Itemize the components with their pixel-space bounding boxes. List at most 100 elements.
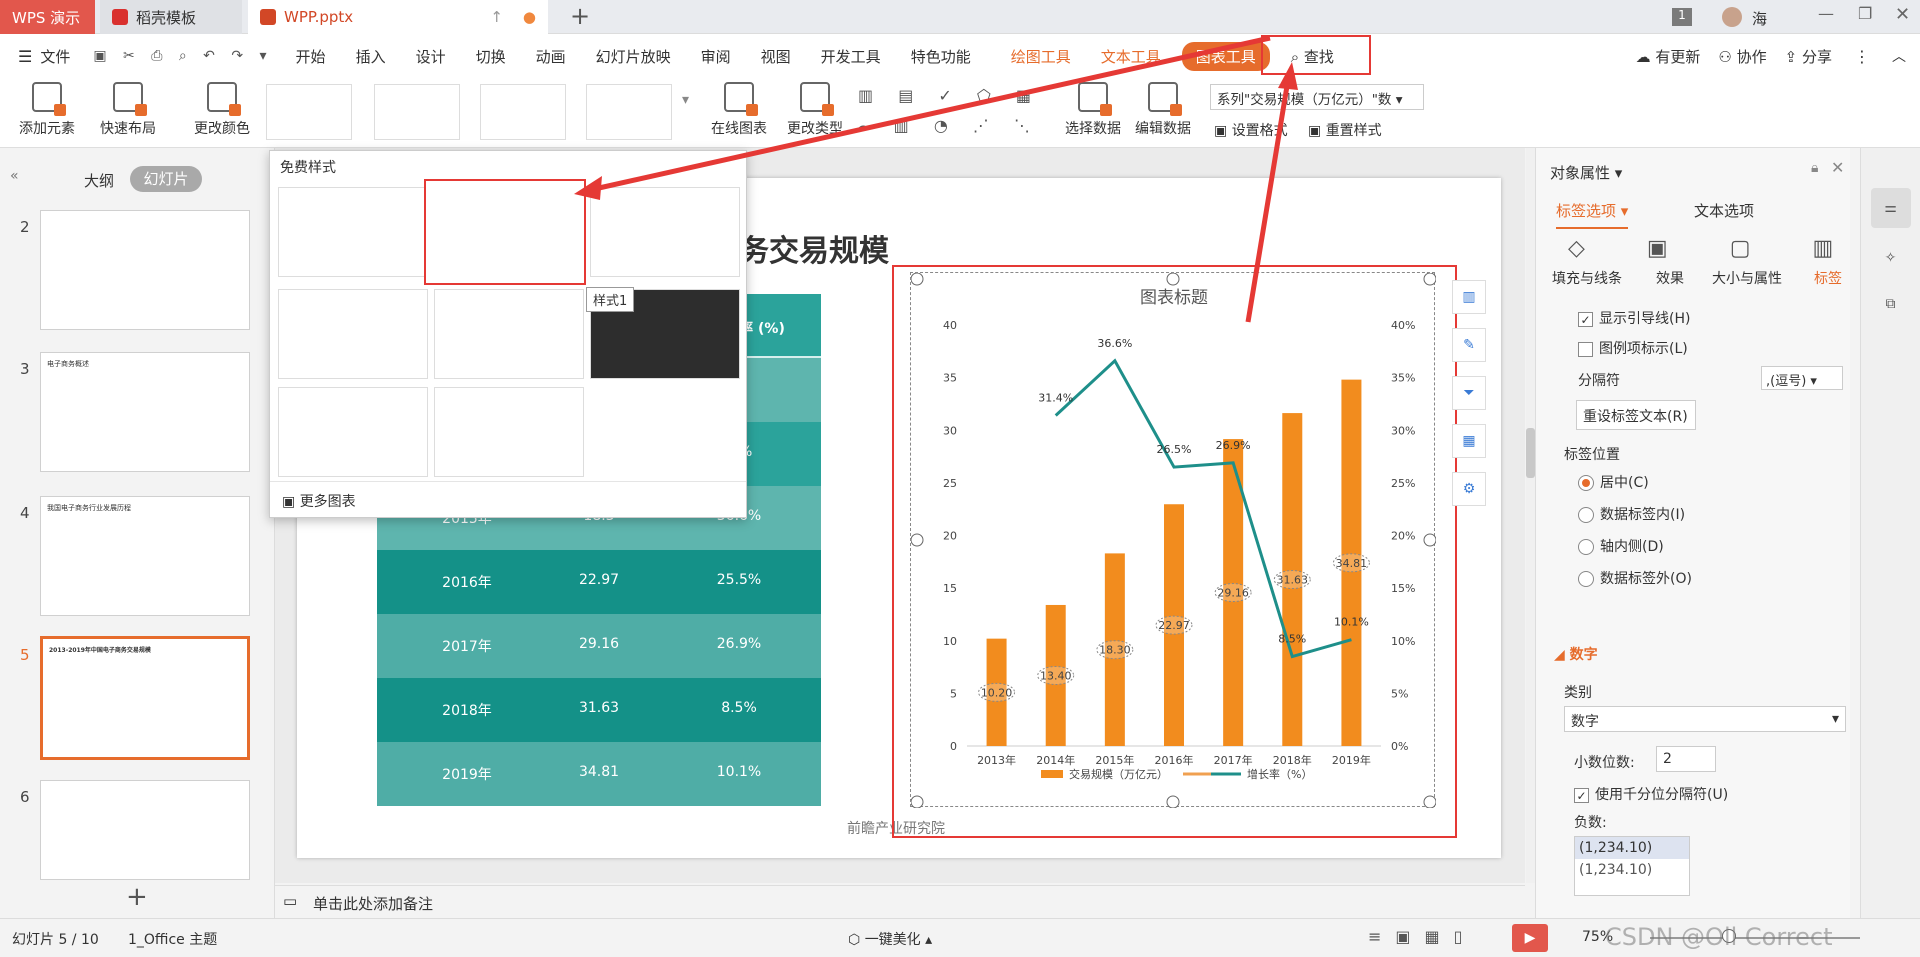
tab-wps[interactable]: WPS 演示 [0, 0, 95, 34]
select-data-button[interactable]: 选择数据 [1060, 82, 1126, 138]
share-button[interactable]: ⇪ 分享 [1785, 46, 1832, 67]
combo-chart[interactable]: 图表标题 0 5 10 15 20 25 30 35 40 0% 5% 10% 15% 20% 25% 30% 3… [910, 272, 1437, 809]
add-element-button[interactable]: 添加元素 [12, 82, 82, 138]
separator-select[interactable]: ,(逗号) ▾ [1761, 366, 1843, 390]
minimize-icon[interactable]: — [1818, 4, 1834, 23]
reset-label-button[interactable]: 重设标签文本(R) [1576, 400, 1696, 430]
avatar[interactable] [1722, 7, 1742, 27]
show-leader-checkbox[interactable]: ✓ 显示引导线(H) [1578, 308, 1690, 328]
thousands-checkbox[interactable]: ✓ 使用千分位分隔符(U) [1574, 784, 1728, 804]
gallery-style[interactable] [278, 289, 428, 379]
radio-inside-base[interactable]: 轴内侧(D) [1578, 536, 1664, 556]
radio-center[interactable]: 居中(C) [1578, 472, 1649, 492]
menu-review[interactable]: 审阅 [686, 46, 746, 67]
gallery-style[interactable] [590, 187, 740, 277]
transform-icon[interactable]: ⧉ [1871, 284, 1911, 324]
add-slide-icon[interactable]: + [126, 882, 148, 912]
more-charts-link[interactable]: ▣ 更多图表 [282, 491, 356, 511]
menu-developer[interactable]: 开发工具 [806, 46, 896, 67]
gallery-style[interactable] [278, 387, 428, 477]
change-color-button[interactable]: 更改颜色 [183, 82, 261, 138]
more-icon[interactable]: ⋮ [1854, 47, 1870, 66]
reset-style-button[interactable]: ▣ 重置样式 [1308, 120, 1382, 140]
brush-icon[interactable]: ✎ [1452, 328, 1486, 362]
properties-icon[interactable]: ⚌ [1870, 188, 1911, 228]
view-mode-icons[interactable]: ≡▣▦▯ [1368, 927, 1476, 946]
notes-bar[interactable]: ▭ 单击此处添加备注 [275, 885, 1525, 918]
tab-outline[interactable]: 大纲 [84, 170, 114, 191]
gallery-style[interactable] [434, 387, 584, 477]
radio-inside-end[interactable]: 数据标签内(I) [1578, 504, 1685, 524]
negative-option[interactable]: (1,234.10) [1575, 859, 1689, 881]
gallery-style[interactable] [434, 289, 584, 379]
slide-thumb-5[interactable]: 2013-2019年中国电子商务交易规模 [40, 636, 250, 760]
beautify-button[interactable]: ⬡ 一键美化 ▴ [848, 929, 932, 949]
online-chart-button[interactable]: 在线图表 [700, 82, 778, 138]
tab-wpp-file[interactable]: WPP.pptx ↑ ● [248, 0, 548, 34]
lock-icon[interactable]: 🔒︎ [1811, 160, 1818, 176]
play-icon[interactable]: ▶ [1512, 924, 1548, 952]
collab-button[interactable]: ⚇ 协作 [1718, 46, 1766, 67]
quick-access-icons[interactable]: ▣ ✂ ⎙ ⌕ ↶ ↷ ▾ [85, 48, 280, 64]
sub-label[interactable]: 标签 [1814, 268, 1842, 288]
online-chart-icon[interactable]: ▦ [1452, 424, 1486, 458]
chart-element-icons-row2[interactable]: ⌢ ▥ ◔ ⋰ ⋱ [858, 116, 1040, 136]
theme-name[interactable]: 1_Office 主题 [128, 929, 217, 949]
settings-icon[interactable]: ⚙ [1452, 472, 1486, 506]
collapse-panel-icon[interactable]: « [10, 168, 19, 184]
menu-special[interactable]: 特色功能 [896, 46, 986, 67]
menu-chart-tools[interactable]: 图表工具 [1181, 41, 1270, 71]
menu-search[interactable]: ⌕ 查找 [1276, 46, 1349, 67]
chart-elements-icon[interactable]: ▥ [1452, 280, 1486, 314]
close-icon[interactable]: ✕ [1895, 4, 1910, 25]
style-thumb-3[interactable] [480, 84, 566, 140]
menu-text-tools[interactable]: 文本工具 [1086, 46, 1176, 67]
menu-file[interactable]: 文件 [32, 46, 85, 67]
decimals-input[interactable]: 2 [1656, 746, 1716, 772]
negative-list[interactable]: (1,234.10) (1,234.10) [1574, 836, 1690, 896]
canvas-scrollbar[interactable] [1526, 148, 1535, 883]
slide-thumb-6[interactable] [40, 780, 250, 880]
style-thumb-1[interactable] [266, 84, 352, 140]
menu-transition[interactable]: 切换 [461, 46, 521, 67]
sub-fill-line[interactable]: 填充与线条 [1552, 268, 1622, 288]
slide-thumb-3[interactable]: 电子商务概述 [40, 352, 250, 472]
menu-home[interactable]: 开始 [281, 46, 341, 67]
filter-icon[interactable]: ⏷ [1452, 376, 1486, 410]
collapse-ribbon-icon[interactable]: ︿ [1892, 46, 1906, 66]
menu-drawing-tools[interactable]: 绘图工具 [996, 46, 1086, 67]
radio-outside-end[interactable]: 数据标签外(O) [1578, 568, 1692, 588]
set-format-button[interactable]: ▣ 设置格式 [1214, 120, 1288, 140]
menu-insert[interactable]: 插入 [341, 46, 401, 67]
menu-slideshow[interactable]: 幻灯片放映 [581, 46, 686, 67]
restore-icon[interactable]: ❐ [1858, 4, 1872, 23]
gallery-style[interactable] [278, 187, 428, 277]
sub-size[interactable]: 大小与属性 [1712, 268, 1782, 288]
sub-effect[interactable]: 效果 [1656, 268, 1684, 288]
tab-text-options[interactable]: 文本选项 [1694, 200, 1754, 221]
gallery-expand-icon[interactable]: ▾ [682, 92, 689, 108]
gallery-style-1[interactable] [424, 179, 586, 285]
tab-label-options[interactable]: 标签选项 ▾ [1556, 200, 1629, 229]
menu-animation[interactable]: 动画 [521, 46, 581, 67]
upload-icon[interactable]: ↑ [490, 8, 503, 26]
chart-frame[interactable]: 图表标题 0 5 10 15 20 25 30 35 40 0% 5% 10% 15% 20% 25% 30% 3… [910, 272, 1437, 809]
category-select[interactable]: 数字 ▾ [1564, 706, 1846, 732]
menu-design[interactable]: 设计 [401, 46, 461, 67]
tab-slides[interactable]: 幻灯片 [130, 166, 202, 192]
negative-option-selected[interactable]: (1,234.10) [1575, 837, 1689, 859]
series-select[interactable]: 系列"交易规模（万亿元）"数 ▾ [1210, 84, 1424, 110]
change-type-button[interactable]: 更改类型 [782, 82, 848, 138]
tab-daoke[interactable]: 稻壳模板 [100, 0, 242, 34]
chart-element-icons-row1[interactable]: ▥ ▤ ✓ ⬠ ▦ [858, 86, 1041, 105]
legend-key-checkbox[interactable]: 图例项标示(L) [1578, 338, 1688, 358]
new-tab-icon[interactable]: + [570, 2, 590, 30]
edit-data-button[interactable]: 编辑数据 [1130, 82, 1196, 138]
hamburger-icon[interactable]: ☰ [18, 47, 32, 66]
style-thumb-4[interactable] [586, 84, 672, 140]
pin-icon[interactable]: ✧ [1871, 238, 1911, 278]
quick-layout-button[interactable]: 快速布局 [92, 82, 164, 138]
menu-view[interactable]: 视图 [746, 46, 806, 67]
number-section[interactable]: ◢ 数字 [1554, 644, 1598, 664]
panel-close-icon[interactable]: ✕ [1831, 158, 1844, 177]
